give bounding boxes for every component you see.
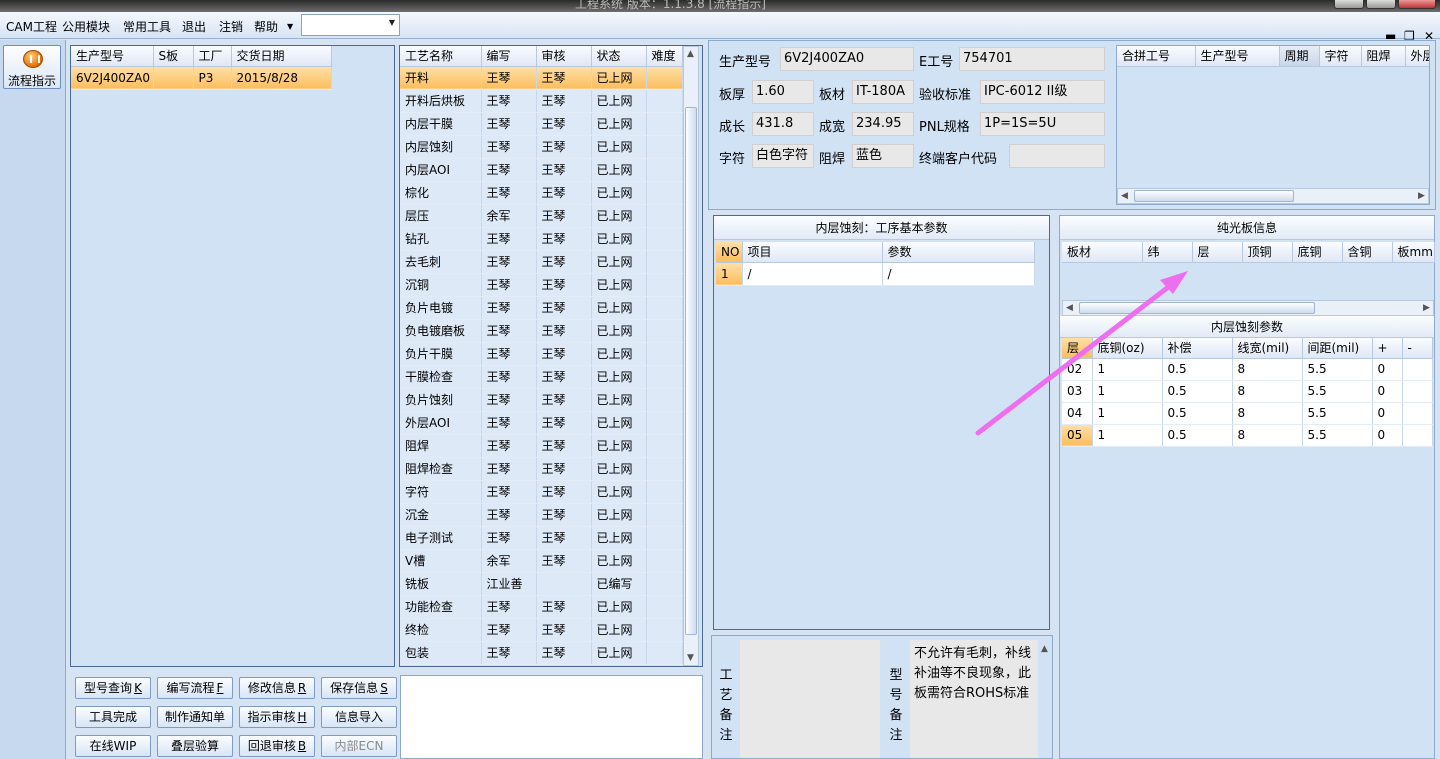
annotation-arrow-icon [975, 271, 1188, 436]
